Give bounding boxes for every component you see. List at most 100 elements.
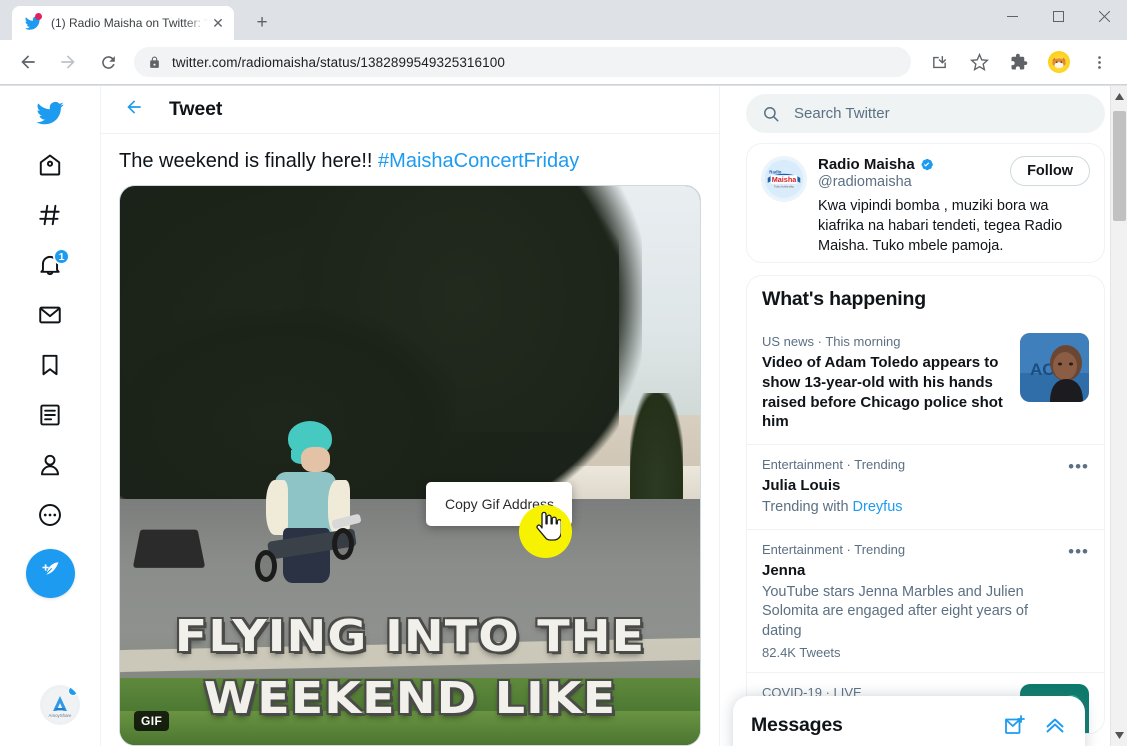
search-placeholder: Search Twitter bbox=[794, 105, 890, 123]
compose-tweet-icon bbox=[38, 559, 62, 588]
promo-handle[interactable]: @radiomaisha bbox=[818, 174, 1004, 190]
trend-title: Julia Louis bbox=[762, 476, 841, 494]
sidebar-item-bookmarks[interactable] bbox=[25, 342, 75, 392]
svg-text:Maisha: Maisha bbox=[772, 175, 798, 184]
radio-maisha-avatar[interactable]: Maisha Radio Tukio la kila siku bbox=[761, 156, 807, 203]
tweet-header: Tweet bbox=[101, 86, 719, 134]
trend-item[interactable]: Entertainment · Trending Jenna YouTube s… bbox=[747, 529, 1104, 672]
sidebar-item-lists[interactable] bbox=[25, 392, 75, 442]
tab-title: (1) Radio Maisha on Twitter: "The bbox=[51, 16, 208, 30]
chevron-up-icon[interactable] bbox=[1043, 713, 1067, 737]
trend-more-icon[interactable]: ••• bbox=[1060, 541, 1089, 560]
svg-text:Tukio la kila siku: Tukio la kila siku bbox=[774, 185, 795, 189]
messages-dock[interactable]: Messages bbox=[733, 696, 1085, 746]
page-title: Tweet bbox=[169, 98, 223, 120]
promo-display-name[interactable]: Radio Maisha bbox=[818, 156, 915, 173]
back-arrow-icon[interactable] bbox=[13, 47, 43, 77]
account-online-dot bbox=[68, 686, 78, 696]
compose-tweet-button[interactable] bbox=[25, 549, 75, 598]
tweet-body-text: The weekend is finally here!! bbox=[119, 150, 373, 172]
trend-subtitle: YouTube stars Jenna Marbles and Julien S… bbox=[762, 583, 1028, 640]
three-dot-menu-icon[interactable] bbox=[1084, 47, 1114, 77]
trend-category: US news · This morning bbox=[762, 334, 901, 350]
hand-pointer-cursor bbox=[533, 511, 562, 548]
right-sidebar: Search Twitter Maisha Radio Tukio la kil… bbox=[720, 86, 1127, 746]
page-scrollbar[interactable] bbox=[1110, 86, 1127, 746]
envelope-icon bbox=[37, 302, 63, 333]
tweet-text: The weekend is finally here!! #MaishaCon… bbox=[101, 134, 719, 185]
whats-happening-title: What's happening bbox=[762, 288, 926, 311]
list-icon bbox=[37, 402, 63, 433]
reload-icon[interactable] bbox=[93, 47, 123, 77]
profile-avatar-icon[interactable] bbox=[1044, 47, 1074, 77]
svg-text:Radio: Radio bbox=[769, 170, 782, 175]
install-icon[interactable] bbox=[924, 47, 954, 77]
adam-toledo-news-thumbnail: ACO bbox=[1020, 333, 1089, 403]
promo-bio: Kwa vipindi bomba , muziki bora wa kiafr… bbox=[818, 198, 1063, 254]
sidebar-item-profile[interactable] bbox=[25, 442, 75, 492]
sidebar-item-twitter-logo[interactable] bbox=[25, 90, 75, 140]
profile-promo-card: Maisha Radio Tukio la kila siku Radio Ma… bbox=[746, 143, 1105, 264]
trend-title: Video of Adam Toledo appears to show 13-… bbox=[762, 353, 1003, 431]
sidebar-item-home[interactable] bbox=[25, 142, 75, 192]
window-minimize-button[interactable] bbox=[989, 0, 1035, 32]
browser-window: (1) Radio Maisha on Twitter: "The ✕ + bbox=[0, 0, 1127, 746]
sidebar-item-messages[interactable] bbox=[25, 292, 75, 342]
trend-category: Entertainment · Trending bbox=[762, 542, 906, 558]
gif-badge: GIF bbox=[134, 711, 170, 731]
address-bar[interactable]: twitter.com/radiomaisha/status/138289954… bbox=[134, 47, 911, 77]
sidebar-item-more[interactable] bbox=[25, 492, 75, 542]
trend-title: Jenna bbox=[762, 561, 806, 579]
gif-scene-illustration bbox=[120, 186, 700, 745]
bookmark-icon bbox=[37, 352, 63, 383]
search-icon bbox=[762, 105, 780, 123]
address-bar-url: twitter.com/radiomaisha/status/138289954… bbox=[172, 54, 505, 70]
verified-badge-icon bbox=[919, 157, 934, 172]
scrollbar-thumb[interactable] bbox=[1113, 111, 1126, 221]
more-circle-icon bbox=[37, 502, 63, 533]
browser-tab[interactable]: (1) Radio Maisha on Twitter: "The ✕ bbox=[12, 6, 234, 40]
forward-arrow-icon[interactable] bbox=[53, 47, 83, 77]
trend-item[interactable]: Entertainment · Trending Julia Louis Tre… bbox=[747, 444, 1104, 529]
new-tab-button[interactable]: + bbox=[248, 9, 276, 37]
trend-subtitle-text: Trending with bbox=[762, 498, 849, 515]
lock-icon bbox=[148, 56, 161, 69]
home-icon bbox=[37, 152, 63, 183]
trend-category: Entertainment · Trending bbox=[762, 457, 906, 473]
trend-tweet-count: 82.4K Tweets bbox=[762, 645, 841, 661]
messages-dock-title: Messages bbox=[751, 713, 843, 736]
twitter-page: 1 AmoyShare Tweet The weekend is finally… bbox=[0, 86, 1127, 746]
person-icon bbox=[37, 452, 63, 483]
tweet-hashtag-link[interactable]: #MaishaConcertFriday bbox=[378, 150, 579, 172]
gif-bike-rider bbox=[254, 420, 369, 605]
scrollbar-down-arrow[interactable] bbox=[1111, 727, 1127, 744]
scrollbar-up-arrow[interactable] bbox=[1111, 88, 1127, 105]
back-button[interactable] bbox=[117, 93, 151, 127]
star-icon[interactable] bbox=[964, 47, 994, 77]
puzzle-piece-icon[interactable] bbox=[1004, 47, 1034, 77]
trend-subtitle-link[interactable]: Dreyfus bbox=[853, 499, 903, 515]
hashtag-icon bbox=[37, 202, 63, 233]
new-message-icon[interactable] bbox=[1003, 713, 1027, 737]
notification-badge: 1 bbox=[53, 248, 70, 265]
back-arrow-icon bbox=[124, 97, 144, 122]
tweet-media-gif[interactable]: FLYING INTO THE WEEKEND LIKE GIF bbox=[119, 185, 701, 746]
follow-button[interactable]: Follow bbox=[1010, 156, 1090, 187]
window-maximize-button[interactable] bbox=[1035, 0, 1081, 32]
twitter-bird-icon bbox=[35, 98, 65, 133]
svg-text:AmoyShare: AmoyShare bbox=[49, 713, 72, 718]
trend-more-icon[interactable]: ••• bbox=[1060, 456, 1089, 475]
twitter-bird-icon bbox=[24, 13, 42, 32]
whats-happening-card: What's happening US news · This morning … bbox=[746, 275, 1105, 734]
account-avatar[interactable]: AmoyShare bbox=[40, 685, 80, 725]
trend-subtitle: Trending with Dreyfus bbox=[762, 498, 1060, 518]
tab-close-icon[interactable]: ✕ bbox=[208, 13, 228, 33]
sidebar-item-explore[interactable] bbox=[25, 192, 75, 242]
trend-item[interactable]: US news · This morning Video of Adam Tol… bbox=[747, 322, 1104, 444]
search-input[interactable]: Search Twitter bbox=[746, 94, 1105, 134]
browser-titlebar: (1) Radio Maisha on Twitter: "The ✕ + bbox=[0, 0, 1127, 40]
sidebar-item-notifications[interactable]: 1 bbox=[25, 242, 75, 292]
window-close-button[interactable] bbox=[1081, 0, 1127, 32]
window-controls bbox=[989, 0, 1127, 32]
left-navigation: 1 AmoyShare bbox=[0, 86, 100, 746]
